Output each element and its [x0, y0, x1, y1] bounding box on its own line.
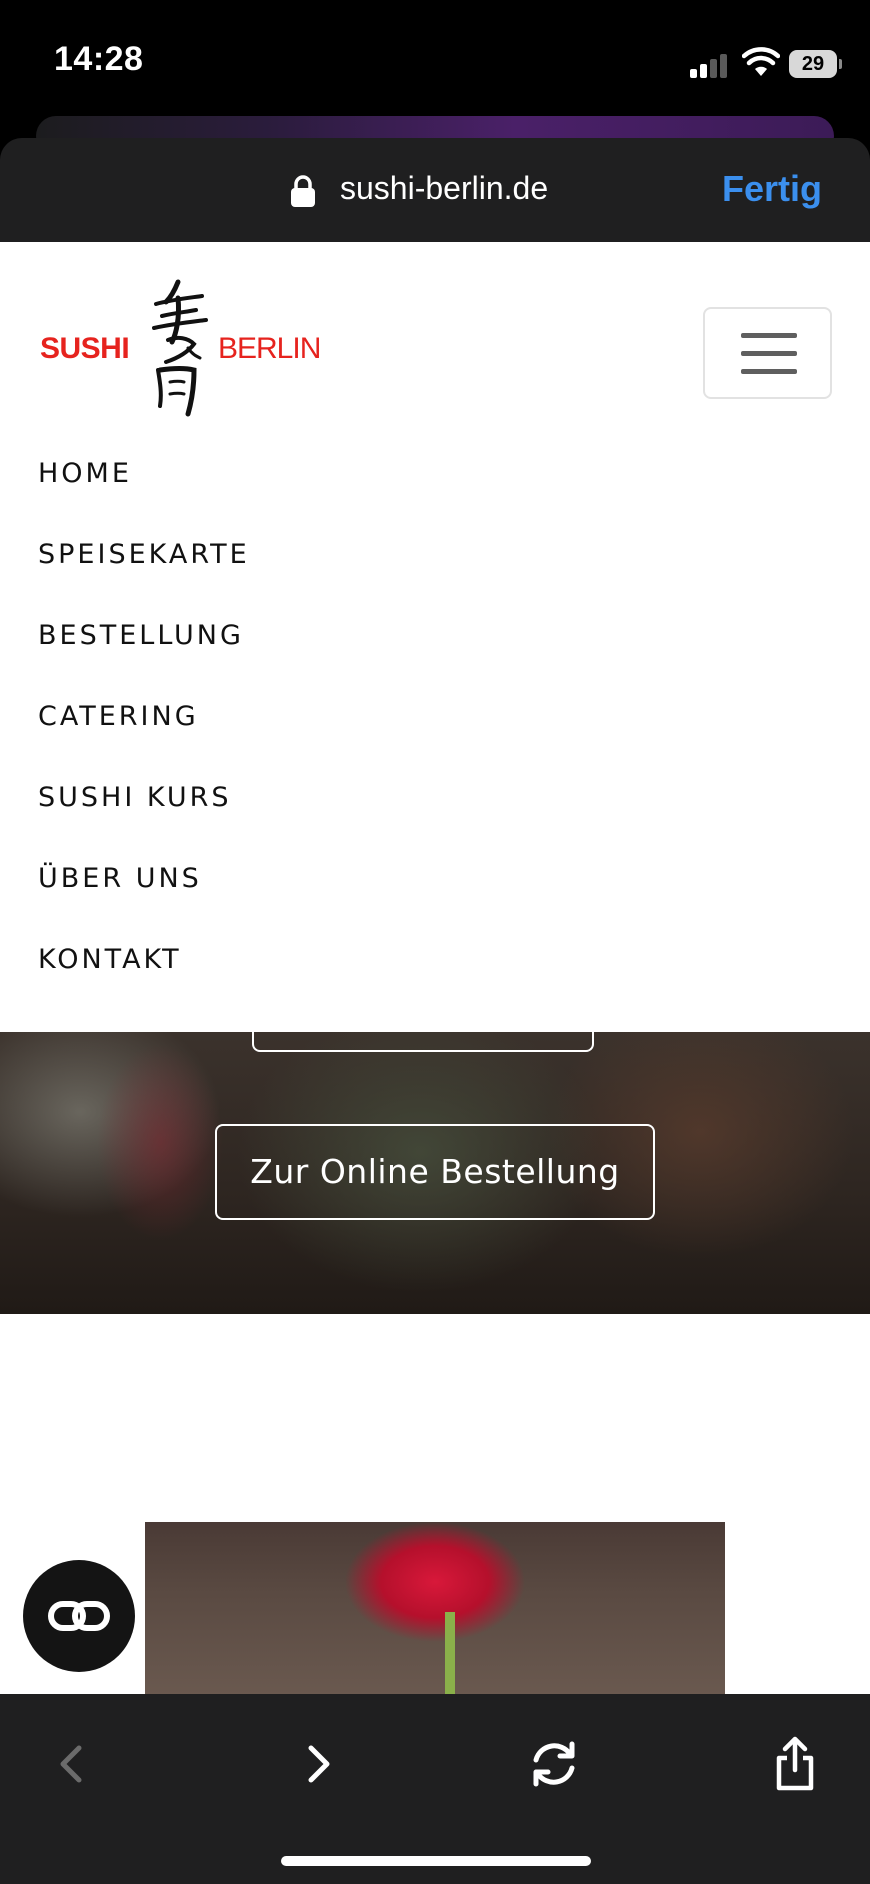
menu-toggle-button[interactable] [703, 307, 832, 399]
hamburger-line [741, 351, 797, 356]
nav-item-speisekarte[interactable]: SPEISEKARTE [38, 539, 250, 620]
hamburger-line [741, 369, 797, 374]
nav-item-bestellung[interactable]: BESTELLUNG [38, 620, 250, 701]
nav-item-kontakt[interactable]: KONTAKT [38, 944, 250, 1025]
nav-item-catering[interactable]: CATERING [38, 701, 250, 782]
site-logo[interactable]: SUSHI BERLIN [40, 278, 330, 418]
done-button[interactable]: Fertig [722, 168, 822, 210]
logo-berlin-text: BERLIN [218, 332, 321, 365]
wifi-icon [742, 47, 780, 76]
browser-toolbar [0, 1694, 870, 1884]
rose-photo [145, 1522, 725, 1694]
loop-icon [48, 1601, 110, 1631]
lock-icon [291, 175, 315, 207]
url-text[interactable]: sushi-berlin.de [340, 170, 548, 207]
status-bar: 14:28 29 [0, 0, 870, 120]
chevron-left-icon[interactable] [43, 1734, 103, 1794]
share-icon[interactable] [765, 1734, 825, 1794]
hero-section: Zur Online Bestellung [0, 1012, 870, 1314]
logo-kanji-mark [152, 279, 208, 417]
home-indicator [281, 1856, 591, 1866]
nav-item-sushi-kurs[interactable]: SUSHI KURS [38, 782, 250, 863]
nav-item-ueber-uns[interactable]: ÜBER UNS [38, 863, 250, 944]
web-page: SUSHI BERLIN HOME SPEISEKARTE BESTELLUNG… [0, 242, 870, 1694]
chevron-right-icon[interactable] [287, 1734, 347, 1794]
loop-chat-button[interactable] [23, 1560, 135, 1672]
hamburger-line [741, 333, 797, 338]
logo-sushi-text: SUSHI [40, 332, 130, 365]
nav-item-home[interactable]: HOME [38, 458, 250, 539]
hero-secondary-button[interactable] [252, 1012, 594, 1052]
status-time: 14:28 [54, 40, 144, 78]
online-order-button[interactable]: Zur Online Bestellung [215, 1124, 655, 1220]
rose-stem [445, 1612, 455, 1694]
battery-indicator: 29 [789, 50, 842, 78]
main-navigation: HOME SPEISEKARTE BESTELLUNG CATERING SUS… [38, 458, 250, 1025]
cellular-signal-icon [690, 52, 730, 78]
reload-icon[interactable] [524, 1734, 584, 1794]
browser-url-bar[interactable]: sushi-berlin.de Fertig [0, 138, 870, 242]
